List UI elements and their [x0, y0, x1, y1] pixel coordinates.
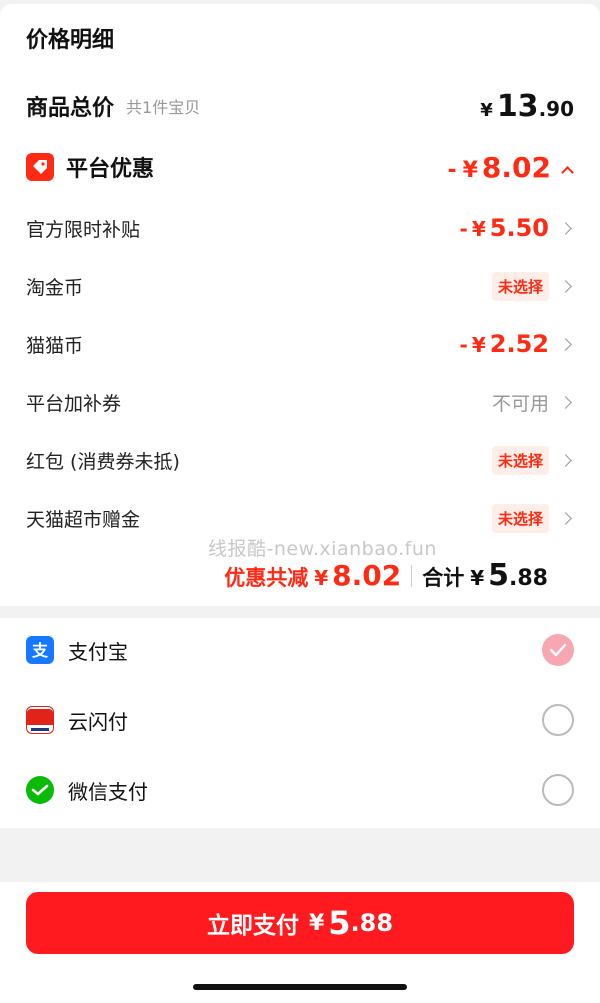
chevron-right-icon[interactable]	[559, 279, 572, 293]
goods-total-row: 商品总价 共1件宝贝 ¥ 13 .90	[26, 86, 574, 126]
chevron-right-icon[interactable]	[559, 453, 572, 467]
pay-button-label: 立即支付	[206, 913, 299, 939]
discount-item-row[interactable]: 平台加补券 不可用	[26, 384, 574, 420]
discount-item-label: 淘金币	[26, 276, 84, 299]
price-dec: .88	[509, 566, 548, 591]
discount-item-value: 不可用	[492, 389, 574, 416]
chevron-right-icon[interactable]	[559, 337, 572, 351]
price-dec: .90	[538, 96, 574, 121]
not-selected-badge: 未选择	[491, 503, 549, 533]
chevron-right-icon[interactable]	[559, 221, 572, 235]
discount-item-value: - ¥5.50	[460, 214, 574, 242]
payment-label: 支付宝	[68, 639, 128, 664]
discount-value: 8.02	[481, 150, 551, 184]
discount-amount: - ¥5.50	[460, 214, 549, 242]
platform-discount-row[interactable]: 平台优惠 - ¥ 8.02	[26, 146, 574, 188]
discount-item-label: 天猫超市赠金	[26, 508, 141, 531]
discount-value: 2.52	[489, 330, 549, 358]
summary-total-label: 合计	[422, 566, 465, 590]
alipay-icon: 支	[26, 636, 54, 664]
discount-item-row[interactable]: 官方限时补贴 - ¥5.50	[26, 210, 574, 246]
radio-unselected[interactable]	[542, 704, 574, 736]
wechat-pay-icon	[26, 776, 54, 804]
section-title: 价格明细	[26, 28, 115, 53]
pay-now-button[interactable]: 立即支付 ¥ 5 .88	[26, 892, 574, 954]
discount-item-label: 猫猫币	[26, 334, 84, 357]
discount-amount: - ¥2.52	[460, 330, 549, 358]
price-int: 13	[496, 88, 539, 124]
summary-discount-amount: ¥ 8.02	[314, 559, 401, 592]
price-int: 5	[488, 558, 510, 593]
payment-methods-card: 支 支付宝 云闪付 微信支付	[0, 618, 600, 828]
currency-symbol: ¥	[308, 910, 325, 936]
discount-item-row[interactable]: 猫猫币 - ¥2.52	[26, 326, 574, 362]
watermark: 线报酷-new.xianbao.fun	[208, 538, 437, 560]
discount-item-value: 未选择	[491, 445, 574, 475]
summary-total-amount: ¥ 5 .88	[470, 558, 548, 593]
discount-value: 5.50	[489, 214, 549, 242]
currency-symbol: ¥	[480, 99, 493, 121]
discount-item-label: 平台加补券	[26, 392, 122, 415]
payment-label: 微信支付	[68, 779, 148, 804]
currency-symbol: ¥	[462, 157, 478, 183]
payment-label: 云闪付	[68, 709, 128, 734]
radio-selected[interactable]	[542, 634, 574, 666]
platform-discount-amount: - ¥ 8.02	[447, 151, 574, 184]
home-indicator	[193, 984, 407, 990]
chevron-right-icon[interactable]	[559, 511, 572, 525]
payment-option-wechat[interactable]: 微信支付	[26, 770, 574, 810]
goods-total-price: ¥ 13 .90	[480, 89, 574, 124]
platform-discount-label: 平台优惠	[66, 157, 155, 182]
goods-total-label: 商品总价	[26, 96, 115, 121]
bottom-bar: 立即支付 ¥ 5 .88	[0, 882, 600, 1003]
minus-sign: -	[459, 333, 468, 357]
currency-symbol: ¥	[471, 333, 486, 357]
discount-item-row[interactable]: 红包 (消费券未抵) 未选择	[26, 442, 574, 478]
minus-sign: -	[459, 217, 468, 241]
payment-option-alipay[interactable]: 支 支付宝	[26, 630, 574, 670]
discount-item-label: 官方限时补贴	[26, 218, 141, 241]
goods-count: 共1件宝贝	[126, 98, 201, 117]
unionpay-icon	[26, 706, 54, 734]
currency-symbol: ¥	[470, 566, 485, 590]
discount-value: 8.02	[332, 559, 402, 592]
currency-symbol: ¥	[314, 566, 329, 590]
divider	[411, 564, 413, 587]
minus-sign: -	[447, 157, 457, 183]
radio-unselected[interactable]	[542, 774, 574, 806]
chevron-up-icon[interactable]	[561, 165, 574, 179]
currency-symbol: ¥	[471, 217, 486, 241]
tag-icon	[26, 153, 54, 181]
discount-item-value: 未选择	[491, 503, 574, 533]
discount-item-value: - ¥2.52	[460, 330, 574, 358]
discount-item-row[interactable]: 天猫超市赠金 未选择	[26, 500, 574, 536]
discount-item-label: 红包 (消费券未抵)	[26, 450, 180, 473]
chevron-right-icon[interactable]	[559, 395, 572, 409]
price-dec: .88	[350, 909, 394, 937]
not-selected-badge: 未选择	[491, 445, 549, 475]
price-detail-card: 价格明细 商品总价 共1件宝贝 ¥ 13 .90 平台优惠 - ¥ 8.02 官…	[0, 4, 600, 606]
price-int: 5	[328, 904, 351, 942]
not-selected-badge: 未选择	[491, 271, 549, 301]
summary-discount-label: 优惠共减	[224, 566, 309, 590]
discount-item-row[interactable]: 淘金币 未选择	[26, 268, 574, 304]
payment-option-unionpay[interactable]: 云闪付	[26, 700, 574, 740]
summary-row: 优惠共减 ¥ 8.02 合计 ¥ 5 .88	[224, 558, 548, 593]
unavailable-text: 不可用	[491, 392, 549, 415]
svg-text:支: 支	[31, 641, 49, 660]
discount-item-value: 未选择	[491, 271, 574, 301]
